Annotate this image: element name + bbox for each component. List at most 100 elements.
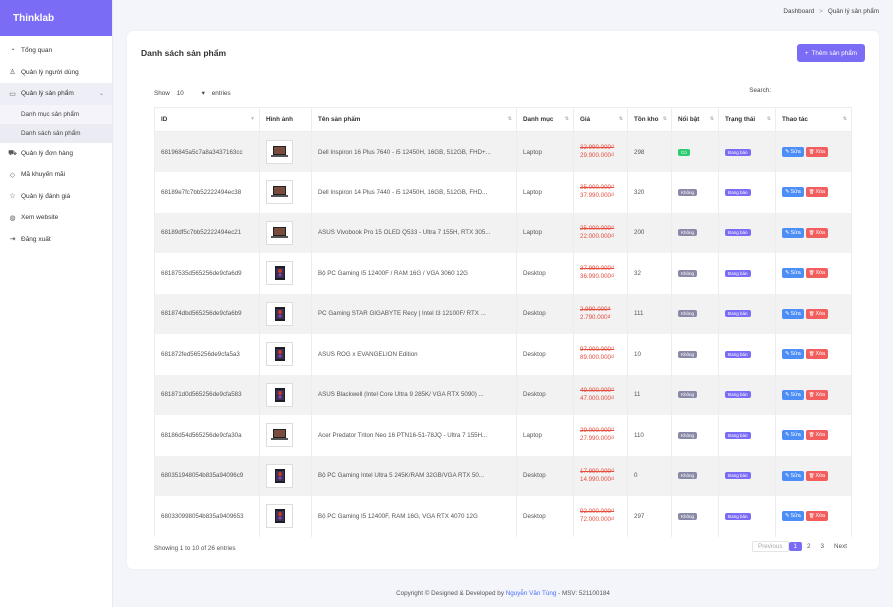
trash-icon: 🗑 <box>808 270 815 276</box>
edit-button[interactable]: ✎ Sửa <box>782 227 804 238</box>
column-header[interactable]: Tên sản phẩm ⇅ <box>311 107 517 132</box>
pagination-page-1[interactable]: 1 <box>788 542 803 551</box>
cell-price: 29.000.000₫ 27.990.000₫ <box>573 415 628 456</box>
breadcrumb-home[interactable]: Dashboard <box>783 8 814 15</box>
sidebar-item-logout[interactable]: ⇥ Đăng xuất <box>0 229 112 251</box>
cell-actions: ✎ Sửa 🗑 Xóa <box>775 253 852 294</box>
column-header[interactable]: Nổi bật ⇅ <box>671 107 719 132</box>
pagination-page-2[interactable]: 2 <box>802 542 816 551</box>
column-header[interactable]: Hình ảnh <box>259 107 312 132</box>
product-thumbnail[interactable] <box>266 342 293 367</box>
delete-button[interactable]: 🗑 Xóa <box>805 147 829 157</box>
delete-button[interactable]: 🗑 Xóa <box>805 470 829 481</box>
cell-stock: 32 <box>627 253 672 294</box>
delete-button[interactable]: 🗑 Xóa <box>805 187 829 198</box>
delete-button[interactable]: 🗑 Xóa <box>805 511 829 522</box>
edit-button[interactable]: ✎ Sửa <box>782 389 804 400</box>
delete-label: Xóa <box>815 310 826 317</box>
delete-button[interactable]: 🗑 Xóa <box>805 430 829 441</box>
edit-button[interactable]: ✎ Sửa <box>782 268 804 279</box>
cell-actions: ✎ Sửa 🗑 Xóa <box>775 212 852 253</box>
footer-author-link[interactable]: Nguyễn Văn Tùng <box>506 590 557 597</box>
column-header[interactable]: Giá ⇅ <box>573 107 628 132</box>
sidebar-item-orders[interactable]: ⛟ Quản lý đơn hàng <box>0 143 112 165</box>
cell-stock: 298 <box>627 131 672 172</box>
status-badge: Đang bán <box>725 512 751 520</box>
pagination: Previous 1 2 3 Next <box>752 541 852 552</box>
edit-button[interactable]: ✎ Sửa <box>782 349 804 360</box>
delete-label: Xóa <box>815 149 826 155</box>
sidebar-item-products[interactable]: ▭ Quản lý sản phẩm ⌄ <box>0 83 112 105</box>
delete-button[interactable]: 🗑 Xóa <box>805 349 829 360</box>
brand-logo[interactable]: Thinklab <box>0 0 112 36</box>
cell-status: Đang bán <box>718 253 776 294</box>
sidebar-item-reviews[interactable]: ☆ Quản lý đánh giá <box>0 186 112 208</box>
product-thumbnail[interactable] <box>266 220 293 245</box>
edit-button[interactable]: ✎ Sửa <box>782 470 804 481</box>
cell-product-name: ASUS Blackwell (Intel Core Ultra 9 285K/… <box>311 374 517 415</box>
column-header[interactable]: Danh mục ⇅ <box>516 107 574 132</box>
sidebar-item-users[interactable]: ♙ Quản lý người dùng <box>0 62 112 84</box>
product-thumbnail[interactable] <box>266 463 293 488</box>
delete-button[interactable]: 🗑 Xóa <box>805 389 829 400</box>
trash-icon: 🗑 <box>808 310 815 316</box>
cell-image <box>259 455 312 496</box>
entries-select[interactable]: 10 ▾ <box>175 87 207 99</box>
column-header[interactable]: Tồn kho ⇅ <box>627 107 672 132</box>
desktop-pc-image <box>275 387 285 402</box>
product-thumbnail[interactable] <box>266 180 293 205</box>
product-thumbnail[interactable] <box>266 423 293 448</box>
cell-category: Laptop <box>516 131 574 172</box>
column-header[interactable]: Thao tác ⇅ <box>775 107 852 132</box>
edit-button[interactable]: ✎ Sửa <box>782 430 804 441</box>
cell-price: 32.990.000₫ 29.900.000₫ <box>573 131 628 172</box>
sidebar-item-label: Quản lý đánh giá <box>21 192 71 200</box>
pagination-previous[interactable]: Previous <box>752 541 789 552</box>
product-thumbnail[interactable] <box>266 261 293 286</box>
cell-status: Đang bán <box>718 496 776 537</box>
sort-icon: ⇅ <box>709 116 714 122</box>
edit-icon: ✎ <box>785 270 790 277</box>
delete-button[interactable]: 🗑 Xóa <box>805 308 829 319</box>
cell-featured: Không <box>671 253 719 294</box>
sort-icon: ⇅ <box>766 116 771 122</box>
delete-button[interactable]: 🗑 Xóa <box>805 268 829 279</box>
edit-icon: ✎ <box>785 189 790 196</box>
column-header[interactable]: ID ▼ <box>154 107 260 132</box>
sale-price: 72.000.000₫ <box>580 516 615 524</box>
cell-id: 68196845a5c7a8a3437163cc <box>154 131 260 172</box>
trash-icon: 🗑 <box>808 391 815 397</box>
cell-price: 25.000.000₫ 22.000.000₫ <box>573 212 628 253</box>
sidebar-subitem-categories[interactable]: Danh mục sản phẩm <box>0 105 112 124</box>
cell-featured: Không <box>671 374 719 415</box>
pagination-page-3[interactable]: 3 <box>816 542 830 551</box>
column-header-label: Hình ảnh <box>266 116 293 123</box>
sidebar-item-overview[interactable]: ◔ Tổng quan <box>0 40 112 62</box>
edit-button[interactable]: ✎ Sửa <box>782 187 804 198</box>
sidebar-item-website[interactable]: ◍ Xem website <box>0 207 112 229</box>
product-thumbnail[interactable] <box>266 301 293 326</box>
sidebar-item-promotions[interactable]: ◇ Mã khuyến mãi <box>0 164 112 186</box>
cell-featured: Không <box>671 172 719 213</box>
edit-button[interactable]: ✎ Sửa <box>782 147 804 157</box>
status-badge: Đang bán <box>725 472 751 480</box>
table-row: 68186d54d565256de9cfa30a Acer Predator Tr… <box>154 415 852 456</box>
edit-label: Sửa <box>790 229 801 236</box>
edit-icon: ✎ <box>785 432 790 439</box>
pagination-next[interactable]: Next <box>829 542 852 551</box>
product-thumbnail[interactable] <box>266 140 293 164</box>
product-thumbnail[interactable] <box>266 382 293 407</box>
products-table: ID ▼ Hình ảnh Tên sản phẩm ⇅ Danh mục ⇅ Giá ⇅ Tồn… <box>154 107 852 537</box>
breadcrumb-current: Quản lý sản phẩm <box>827 8 879 15</box>
product-list-card: Danh sách sản phẩm + Thêm sản phẩm Show … <box>127 31 879 569</box>
old-price: 97.000.000₫ <box>580 346 615 354</box>
featured-badge: Không <box>678 229 698 237</box>
delete-button[interactable]: 🗑 Xóa <box>805 227 829 238</box>
column-header[interactable]: Trạng thái ⇅ <box>718 107 776 132</box>
product-thumbnail[interactable] <box>266 504 293 529</box>
sale-price: 27.990.000₫ <box>580 435 615 443</box>
edit-button[interactable]: ✎ Sửa <box>782 511 804 522</box>
sidebar-subitem-product-list[interactable]: Danh sách sản phẩm <box>0 123 112 143</box>
edit-button[interactable]: ✎ Sửa <box>782 308 804 319</box>
add-product-button[interactable]: + Thêm sản phẩm <box>796 44 865 62</box>
